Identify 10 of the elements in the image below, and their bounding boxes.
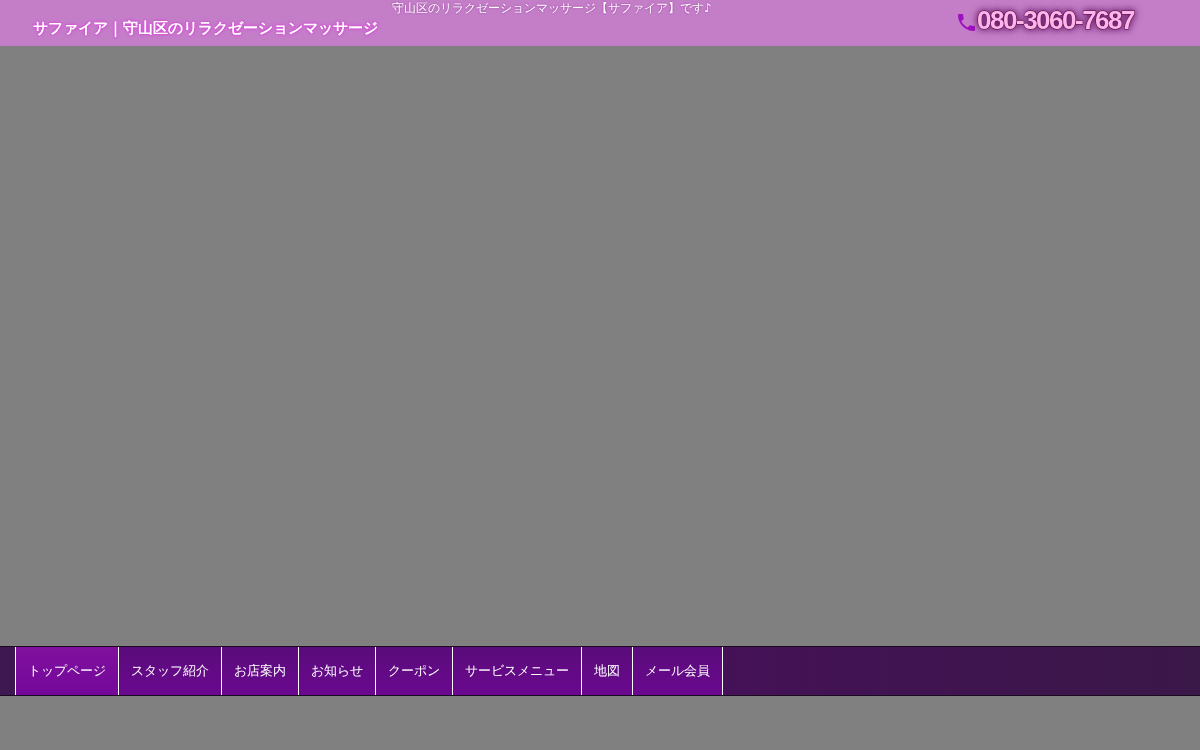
- site-title: サファイア｜守山区のリラクゼーションマッサージ: [33, 18, 379, 38]
- nav-item[interactable]: 地図: [581, 647, 632, 695]
- nav-item[interactable]: トップページ: [15, 647, 118, 695]
- nav-item[interactable]: お店案内: [221, 647, 298, 695]
- nav-item[interactable]: スタッフ紹介: [118, 647, 221, 695]
- nav-item[interactable]: メール会員: [632, 647, 723, 695]
- tagline: 守山区のリラクゼーションマッサージ【サファイア】です♪: [392, 0, 712, 16]
- nav-item[interactable]: クーポン: [375, 647, 452, 695]
- nav-item[interactable]: サービスメニュー: [452, 647, 581, 695]
- nav-item[interactable]: お知らせ: [298, 647, 375, 695]
